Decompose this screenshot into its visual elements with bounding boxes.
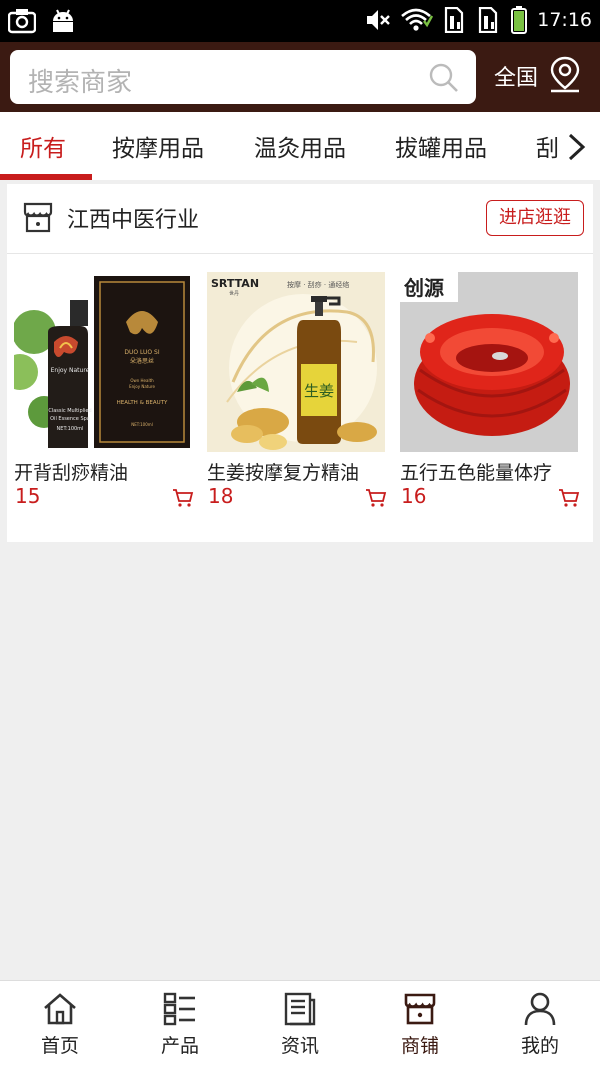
product-price-1: 15	[15, 484, 41, 508]
box-slogan-1: Own Health	[130, 378, 154, 383]
tab-cupping[interactable]: 拔罐用品	[395, 129, 487, 163]
add-to-cart-icon[interactable]	[558, 488, 580, 512]
store-icon	[21, 200, 55, 238]
brand-cn: 世丹	[229, 290, 239, 297]
product-price-3: 16	[401, 484, 427, 508]
tab-massage[interactable]: 按摩用品	[112, 129, 204, 163]
user-icon	[522, 991, 558, 1031]
bottle-label-2: Classic Multiplied	[48, 408, 91, 414]
shop-name: 江西中医行业	[67, 208, 200, 233]
box-slogan-2: Enjoy Nature	[129, 384, 155, 389]
status-bar: 17:16	[0, 0, 600, 42]
active-tab-indicator	[0, 174, 92, 180]
box-brand-cn: 朵洛思丝	[130, 357, 154, 365]
search-placeholder: 搜索商家	[28, 68, 133, 98]
app-header: 搜索商家 全国	[0, 42, 600, 112]
nav-news-label: 资讯	[280, 1035, 319, 1057]
clock-time: 17:16	[537, 9, 592, 31]
product-image-3[interactable]: 创源	[400, 272, 578, 452]
product-name-1[interactable]: 开背刮痧精油	[14, 458, 192, 485]
camera-icon	[8, 8, 36, 34]
search-icon[interactable]	[428, 62, 460, 98]
shop-card: 江西中医行业 进店逛逛 DUO LUO SI 朵洛思丝 Own Health E…	[7, 184, 593, 542]
bottom-navigation: 首页 产品 资讯 商铺 我的	[0, 980, 600, 1067]
nav-home[interactable]: 首页	[0, 981, 120, 1067]
sim1-icon	[443, 7, 467, 33]
nav-news[interactable]: 资讯	[240, 981, 360, 1067]
search-input[interactable]: 搜索商家	[10, 50, 476, 104]
bottle-label-1: Enjoy Nature	[51, 367, 90, 374]
box-volume: NET:100ml	[131, 422, 153, 427]
android-icon	[50, 8, 76, 34]
box-tagline: HEALTH & BEAUTY	[117, 400, 168, 406]
grid-list-icon	[162, 991, 198, 1031]
wifi-icon	[401, 7, 434, 33]
product-price-2: 18	[208, 484, 234, 508]
category-tabs: 所有 按摩用品 温灸用品 拔罐用品 刮痧用品	[0, 112, 600, 180]
product-image-1[interactable]: DUO LUO SI 朵洛思丝 Own Health Enjoy Nature …	[14, 272, 192, 452]
location-pin-icon[interactable]	[548, 55, 582, 99]
store-icon	[402, 991, 438, 1031]
tab-moxibustion[interactable]: 温灸用品	[254, 129, 346, 163]
nav-stores[interactable]: 商铺	[360, 981, 480, 1067]
mute-icon	[365, 7, 391, 33]
product-image-2[interactable]: SRTTAN 世丹 按摩 · 刮痧 · 通经络 生姜	[207, 272, 385, 452]
visit-shop-button[interactable]: 进店逛逛	[486, 200, 584, 236]
nav-me[interactable]: 我的	[480, 981, 600, 1067]
add-to-cart-icon[interactable]	[365, 488, 387, 512]
news-icon	[282, 991, 318, 1031]
tab-all[interactable]: 所有	[20, 129, 66, 163]
bottle-label-4: NET:100ml	[57, 426, 84, 432]
nav-stores-label: 商铺	[400, 1035, 439, 1057]
nav-products-label: 产品	[160, 1035, 199, 1057]
region-selector[interactable]: 全国	[494, 60, 538, 92]
nav-me-label: 我的	[520, 1035, 559, 1057]
nav-home-label: 首页	[40, 1035, 79, 1057]
tab-scraping[interactable]: 刮痧用品	[536, 129, 562, 163]
sim2-icon	[477, 7, 501, 33]
bottle-label-3: Oil Essence Spa	[50, 416, 90, 422]
product-tagline: 按摩 · 刮痧 · 通经络	[287, 280, 349, 289]
product-name-2[interactable]: 生姜按摩复方精油	[207, 458, 385, 485]
battery-icon	[511, 6, 528, 34]
box-brand-en: DUO LUO SI	[124, 349, 160, 356]
add-to-cart-icon[interactable]	[172, 488, 194, 512]
chevron-right-icon[interactable]	[566, 132, 588, 166]
product-name-3[interactable]: 五行五色能量体疗	[400, 458, 578, 485]
brand-srttan: SRTTAN	[211, 277, 259, 290]
shop-card-header[interactable]: 江西中医行业 进店逛逛	[7, 184, 593, 254]
ginger-label: 生姜	[304, 382, 334, 400]
nav-products[interactable]: 产品	[120, 981, 240, 1067]
brand-chuangyuan: 创源	[403, 276, 444, 300]
home-icon	[42, 991, 78, 1031]
